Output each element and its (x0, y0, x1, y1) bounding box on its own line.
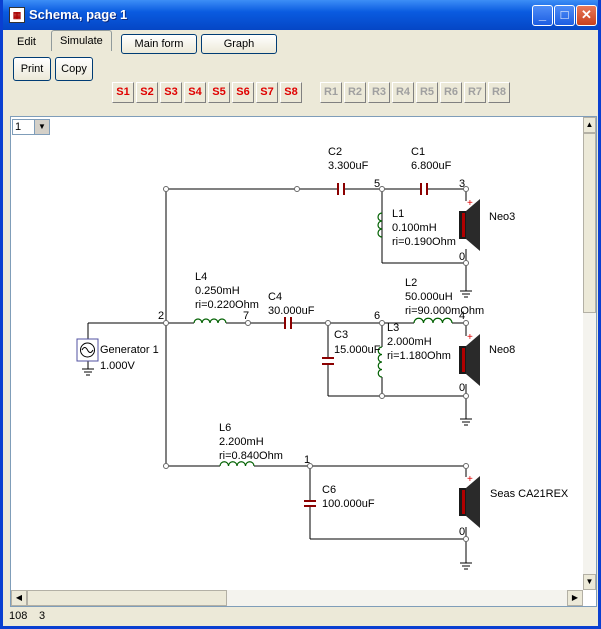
response-select-button-3[interactable]: R3 (368, 82, 390, 103)
speaker-select-button-8[interactable]: S8 (280, 82, 302, 103)
node-label: 0 (459, 526, 465, 538)
close-button[interactable]: ✕ (576, 5, 597, 26)
response-select-button-6[interactable]: R6 (440, 82, 462, 103)
chevron-down-icon[interactable]: ▼ (34, 120, 49, 134)
c3-value: 15.000uF (334, 344, 381, 356)
node-label: 7 (243, 310, 249, 322)
schematic-diagram: + + + 2 7 5 3 0 6 4 0 1 0 C2 3.300uF C1 … (76, 146, 569, 570)
l4-ri: ri=0.220Ohm (195, 299, 259, 311)
c3-name: C3 (334, 329, 348, 341)
response-select-button-8[interactable]: R8 (488, 82, 510, 103)
c6-value: 100.000uF (322, 498, 375, 510)
speaker-neo8-label: Neo8 (489, 344, 515, 356)
speaker-select-button-3[interactable]: S3 (160, 82, 182, 103)
l6-ri: ri=0.840Ohm (219, 450, 283, 462)
node-label: 0 (459, 382, 465, 394)
app-icon: ▦ (9, 7, 25, 23)
c4-name: C4 (268, 291, 282, 303)
c2-value: 3.300uF (328, 160, 369, 172)
page-select-value: 1 (15, 121, 22, 133)
l2-ri: ri=90.000mOhm (405, 305, 484, 317)
node-label: 3 (459, 178, 465, 190)
scroll-left-icon[interactable]: ◀ (11, 590, 27, 606)
polarity-mark: + (467, 198, 473, 209)
scroll-up-icon[interactable]: ▲ (583, 117, 596, 133)
c2-name: C2 (328, 146, 342, 158)
l1-value: 0.100mH (392, 222, 437, 234)
speaker-select-button-4[interactable]: S4 (184, 82, 206, 103)
c1-value: 6.800uF (411, 160, 452, 172)
response-select-button-2[interactable]: R2 (344, 82, 366, 103)
status-bar: 108 3 (3, 607, 598, 626)
tab-simulate[interactable]: Simulate (51, 30, 112, 51)
polarity-mark: + (467, 332, 473, 343)
l3-value: 2.000mH (387, 336, 432, 348)
window-title: Schema, page 1 (29, 7, 128, 22)
c1-name: C1 (411, 146, 425, 158)
schematic-canvas[interactable]: + + + 2 7 5 3 0 6 4 0 1 0 C2 3.300uF C1 … (10, 116, 597, 607)
c4-value: 30.000uF (268, 305, 315, 317)
horizontal-scroll-thumb[interactable] (27, 590, 227, 606)
speaker-select-button-7[interactable]: S7 (256, 82, 278, 103)
page-select[interactable]: 1 ▼ (12, 119, 50, 135)
maximize-button[interactable]: □ (554, 5, 575, 26)
l3-ri: ri=1.180Ohm (387, 350, 451, 362)
scroll-right-icon[interactable]: ▶ (567, 590, 583, 606)
l2-value: 50.000uH (405, 291, 453, 303)
speaker-select-button-6[interactable]: S6 (232, 82, 254, 103)
l6-name: L6 (219, 422, 231, 434)
response-select-button-4[interactable]: R4 (392, 82, 414, 103)
schema-window: ▦ Schema, page 1 _ □ ✕ Edit Simulate Mai… (0, 0, 601, 629)
status-right: 3 (39, 610, 46, 622)
status-left: 108 (9, 610, 28, 622)
speaker-select-button-2[interactable]: S2 (136, 82, 158, 103)
node-label: 1 (304, 454, 310, 466)
toolbar-area: Edit Simulate Main form Graph Print Copy (3, 30, 598, 116)
l1-ri: ri=0.190Ohm (392, 236, 456, 248)
c6-name: C6 (322, 484, 336, 496)
scroll-down-icon[interactable]: ▼ (583, 574, 596, 590)
speaker-neo3-label: Neo3 (489, 211, 515, 223)
response-select-button-1[interactable]: R1 (320, 82, 342, 103)
l4-name: L4 (195, 271, 207, 283)
print-button[interactable]: Print (13, 57, 51, 81)
copy-button[interactable]: Copy (55, 57, 93, 81)
node-label: 5 (374, 178, 380, 190)
speaker-select-button-1[interactable]: S1 (112, 82, 134, 103)
ground-symbols (82, 290, 472, 570)
speaker-seas-label: Seas CA21REX (490, 488, 569, 500)
horizontal-scrollbar[interactable]: ◀ ▶ (11, 590, 583, 606)
node-label: 2 (158, 310, 164, 322)
vertical-scroll-thumb[interactable] (583, 133, 596, 313)
main-form-button[interactable]: Main form (121, 34, 197, 54)
l2-name: L2 (405, 277, 417, 289)
graph-button[interactable]: Graph (201, 34, 277, 54)
l1-name: L1 (392, 208, 404, 220)
response-select-button-5[interactable]: R5 (416, 82, 438, 103)
tab-edit[interactable]: Edit (9, 32, 44, 52)
title-bar[interactable]: ▦ Schema, page 1 _ □ ✕ (3, 0, 598, 30)
generator-icon[interactable] (76, 338, 99, 362)
speaker-select-button-5[interactable]: S5 (208, 82, 230, 103)
vertical-scrollbar[interactable]: ▲ ▼ (583, 117, 596, 590)
polarity-mark: + (467, 474, 473, 485)
node-label: 6 (374, 310, 380, 322)
l4-value: 0.250mH (195, 285, 240, 297)
minimize-button[interactable]: _ (532, 5, 553, 26)
generator-value: 1.000V (100, 360, 136, 372)
l3-name: L3 (387, 322, 399, 334)
node-label: 0 (459, 251, 465, 263)
response-select-button-7[interactable]: R7 (464, 82, 486, 103)
generator-name: Generator 1 (100, 344, 159, 356)
l6-value: 2.200mH (219, 436, 264, 448)
